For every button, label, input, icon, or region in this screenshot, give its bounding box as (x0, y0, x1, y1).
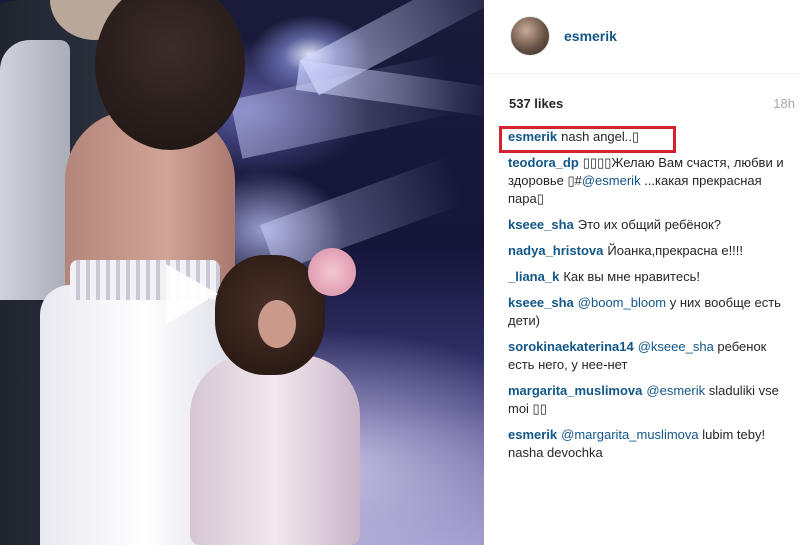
mention-link[interactable]: @kseee_sha (638, 339, 714, 354)
avatar[interactable] (510, 16, 550, 56)
groom-shirt (0, 40, 70, 300)
comment-item: esmerik @margarita_muslimova lubim teby! … (508, 426, 796, 462)
mention-link[interactable]: @esmerik (646, 383, 705, 398)
comment-text: Это их общий ребёнок? (577, 217, 721, 232)
comment-author-link[interactable]: _liana_k (508, 269, 559, 284)
comment-item: margarita_muslimova @esmerik sladuliki vs… (508, 382, 796, 418)
post-sidebar: esmerik 537 likes 18h esmerik nash angel.… (484, 0, 800, 545)
comment-item: sorokinaekaterina14 @kseee_sha ребенок ес… (508, 338, 796, 374)
play-icon[interactable] (155, 262, 219, 326)
username-link[interactable]: esmerik (564, 28, 617, 44)
comment-item: teodora_dp ▯▯▯▯Желаю Вам счастя, любви и … (508, 154, 796, 208)
hair-flower (308, 248, 356, 296)
comment-author-link[interactable]: margarita_muslimova (508, 383, 642, 398)
comment-text: nash angel..▯ (561, 129, 640, 144)
mention-link[interactable]: @esmerik (582, 173, 641, 188)
comment-author-link[interactable]: kseee_sha (508, 217, 574, 232)
comment-text: Как вы мне нравитесь! (563, 269, 700, 284)
comment-author-link[interactable]: sorokinaekaterina14 (508, 339, 634, 354)
comment-item: kseee_sha Это их общий ребёнок? (508, 216, 796, 234)
mention-link[interactable]: @boom_bloom (578, 295, 666, 310)
mention-link[interactable]: @margarita_muslimova (561, 427, 698, 442)
comment-author-link[interactable]: esmerik (508, 427, 557, 442)
likes-count[interactable]: 537 likes (509, 96, 563, 111)
stage-light-beam (260, 156, 466, 272)
girl-face (258, 300, 296, 348)
comment-author-link[interactable]: kseee_sha (508, 295, 574, 310)
post-media-video[interactable] (0, 0, 484, 545)
comments-list: esmerik nash angel..▯ teodora_dp ▯▯▯▯Желаю … (508, 128, 796, 470)
comment-text: Йоанка,прекрасна е!!!! (607, 243, 744, 258)
comment-author-link[interactable]: nadya_hristova (508, 243, 603, 258)
comment-item: nadya_hristova Йоанка,прекрасна е!!!! (508, 242, 796, 260)
comment-author-link[interactable]: esmerik (508, 129, 557, 144)
comment-item: _liana_k Как вы мне нравитесь! (508, 268, 796, 286)
comment-item: esmerik nash angel..▯ (508, 128, 796, 146)
comment-item: kseee_sha @boom_bloom у них вообще есть д… (508, 294, 796, 330)
girl-dress (190, 355, 360, 545)
post-timestamp[interactable]: 18h (773, 96, 795, 111)
post-stats: 537 likes 18h (509, 96, 795, 114)
comment-author-link[interactable]: teodora_dp (508, 155, 579, 170)
post-header: esmerik (484, 0, 800, 74)
